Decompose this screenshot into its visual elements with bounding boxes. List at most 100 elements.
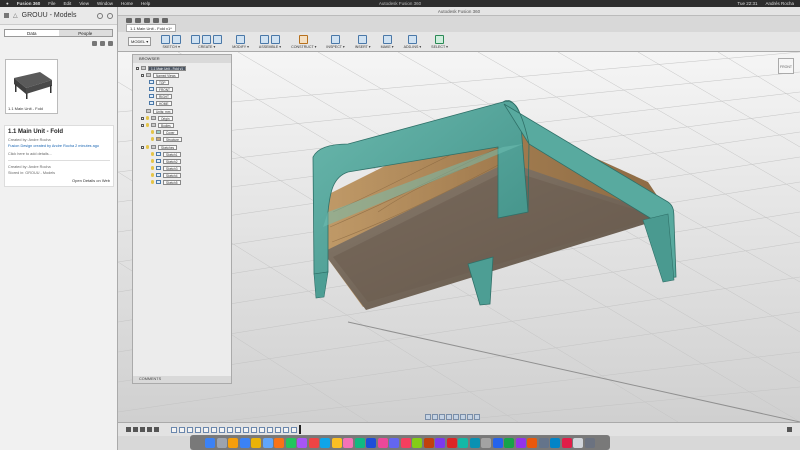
toolbar-create[interactable]: CREATE ▾	[187, 34, 226, 49]
offset-plane-icon[interactable]	[299, 35, 309, 44]
tab-people[interactable]: People	[58, 30, 112, 36]
photos-icon[interactable]	[343, 437, 354, 448]
zoom-icon[interactable]	[446, 414, 452, 420]
open-details-button[interactable]: Open Details on Web	[8, 178, 110, 183]
menu-view[interactable]: View	[79, 1, 89, 6]
timeline-feature[interactable]	[291, 426, 297, 433]
timeline-feature[interactable]	[187, 426, 193, 433]
expand-toggle-icon[interactable]	[141, 73, 144, 77]
app-icon[interactable]	[320, 437, 331, 448]
downloads-icon[interactable]	[573, 437, 584, 448]
upload-icon[interactable]	[92, 41, 97, 46]
itunes-icon[interactable]	[377, 437, 388, 448]
user-name[interactable]: Andrés Rocha	[765, 1, 794, 6]
safari-icon[interactable]	[239, 437, 250, 448]
expand-toggle-icon[interactable]	[141, 123, 144, 127]
press-pull-icon[interactable]	[236, 35, 246, 44]
grid-settings-icon[interactable]	[467, 414, 473, 420]
step-forward-icon[interactable]	[147, 427, 152, 432]
step-back-icon[interactable]	[133, 427, 138, 432]
menu-help[interactable]: Help	[141, 1, 150, 6]
timeline-feature[interactable]	[251, 426, 257, 433]
browser-item-origin[interactable]: Origin	[141, 115, 173, 121]
browser-item-sketch1[interactable]: Sketch1	[151, 151, 181, 157]
display-settings-icon[interactable]	[460, 414, 466, 420]
browser-item-front[interactable]: FRONT	[149, 86, 173, 92]
timeline-feature[interactable]	[227, 426, 233, 433]
timeline-feature[interactable]	[259, 426, 265, 433]
app-icon[interactable]	[297, 437, 308, 448]
browser-header[interactable]: BROWSER	[133, 55, 231, 63]
grid-icon[interactable]	[4, 13, 9, 18]
visibility-bulb-icon[interactable]	[146, 145, 149, 149]
tab-data[interactable]: Data	[5, 30, 59, 36]
fusion-360-icon[interactable]	[423, 437, 434, 448]
browser-root-item[interactable]: 1.1 Main Unit - Fold v1	[136, 65, 187, 71]
menu-file[interactable]: File	[48, 1, 55, 6]
browser-item-sketch2[interactable]: Sketch2	[151, 158, 181, 164]
menu-window[interactable]: Window	[97, 1, 113, 6]
visibility-bulb-icon[interactable]	[151, 137, 154, 141]
save-icon[interactable]	[144, 17, 150, 23]
visibility-bulb-icon[interactable]	[151, 159, 154, 163]
finder-icon[interactable]	[205, 437, 216, 448]
visibility-bulb-icon[interactable]	[151, 166, 154, 170]
fit-icon[interactable]	[453, 414, 459, 420]
calendar-icon[interactable]	[308, 437, 319, 448]
toolbar-add-ins[interactable]: ADD-INS ▾	[400, 34, 426, 49]
document-tab[interactable]: 1.1 Main Unit - Fold v1*	[126, 24, 176, 32]
toolbar-modify[interactable]: MODIFY ▾	[228, 34, 253, 49]
mail-icon[interactable]	[262, 437, 273, 448]
visibility-bulb-icon[interactable]	[146, 116, 149, 120]
expand-toggle-icon[interactable]	[141, 116, 144, 120]
sketch-icon[interactable]	[161, 35, 171, 44]
insert-image-icon[interactable]	[358, 35, 368, 44]
orbit-icon[interactable]	[425, 414, 431, 420]
measure-icon[interactable]	[331, 35, 341, 44]
browser-item-home[interactable]: HOME	[149, 100, 172, 106]
visibility-bulb-icon[interactable]	[151, 173, 154, 177]
timeline-feature[interactable]	[267, 426, 273, 433]
pan-icon[interactable]	[439, 414, 445, 420]
toolbar-assemble[interactable]: ASSEMBLE ▾	[255, 34, 285, 49]
menu-app-name[interactable]: Fusion 360	[17, 1, 41, 6]
browser-item-cover[interactable]: Cover	[151, 129, 178, 135]
app-icon[interactable]	[412, 437, 423, 448]
data-panel-toggle-icon[interactable]	[126, 17, 132, 23]
timeline-feature[interactable]	[179, 426, 185, 433]
settings-icon[interactable]	[108, 41, 113, 46]
toolbar-make[interactable]: MAKE ▾	[377, 34, 398, 49]
browser-item-top[interactable]: TOP	[149, 79, 169, 85]
app-icon[interactable]	[400, 437, 411, 448]
viewports-icon[interactable]	[474, 414, 480, 420]
look-at-icon[interactable]	[432, 414, 438, 420]
visibility-bulb-icon[interactable]	[151, 152, 154, 156]
stop-sketch-icon[interactable]	[172, 35, 182, 44]
browser-item-sketch4[interactable]: Sketch4	[151, 172, 181, 178]
visibility-bulb-icon[interactable]	[151, 180, 154, 184]
app-icon[interactable]	[435, 437, 446, 448]
expand-toggle-icon[interactable]	[136, 66, 139, 70]
refresh-icon[interactable]	[97, 12, 103, 19]
chrome-icon[interactable]	[251, 437, 262, 448]
browser-item-structure[interactable]: Structure	[151, 136, 182, 142]
comments-bar[interactable]: COMMENTS	[133, 376, 231, 383]
timeline-feature[interactable]	[211, 426, 217, 433]
timeline-feature[interactable]	[195, 426, 201, 433]
browser-item-sketch3[interactable]: Sketch3	[151, 165, 181, 171]
visibility-bulb-icon[interactable]	[151, 130, 154, 134]
timeline-feature[interactable]	[219, 426, 225, 433]
view-cube[interactable]: FRONT	[778, 58, 794, 74]
play-icon[interactable]	[140, 427, 145, 432]
file-menu-icon[interactable]	[135, 17, 141, 23]
menu-edit[interactable]: Edit	[64, 1, 72, 6]
toolbar-construct[interactable]: CONSTRUCT ▾	[287, 34, 320, 49]
timeline-feature[interactable]	[235, 426, 241, 433]
visibility-bulb-icon[interactable]	[146, 123, 149, 127]
scripts-icon[interactable]	[407, 35, 417, 44]
toolbar-inspect[interactable]: INSPECT ▾	[322, 34, 348, 49]
app-icon[interactable]	[389, 437, 400, 448]
timeline-marker[interactable]	[299, 425, 301, 434]
3d-print-icon[interactable]	[382, 35, 392, 44]
browser-item-right[interactable]: RIGHT	[149, 93, 172, 99]
